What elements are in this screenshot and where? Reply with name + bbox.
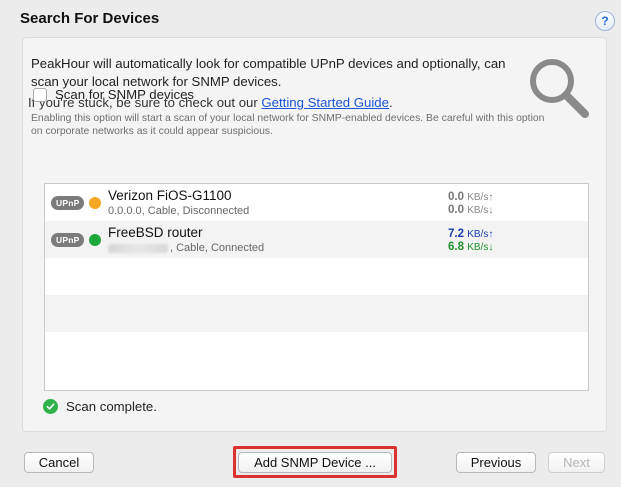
download-rate-value: 0.0 bbox=[448, 204, 464, 216]
checkmark-icon bbox=[43, 399, 58, 414]
status-dot-icon bbox=[89, 234, 101, 246]
help-button[interactable]: ? bbox=[595, 11, 615, 31]
getting-started-link[interactable]: Getting Started Guide bbox=[261, 95, 389, 110]
device-detail: , Cable, Connected bbox=[170, 242, 265, 254]
empty-row bbox=[45, 258, 588, 295]
download-rate-value: 6.8 bbox=[448, 241, 464, 253]
download-rate-unit: KB/s↓ bbox=[467, 242, 494, 253]
upnp-badge: UPnP bbox=[51, 196, 85, 210]
device-name: FreeBSD router bbox=[108, 225, 203, 240]
previous-button[interactable]: Previous bbox=[456, 452, 536, 473]
scan-status: Scan complete. bbox=[43, 399, 157, 414]
upload-rate-value: 7.2 bbox=[448, 228, 464, 240]
upnp-badge: UPnP bbox=[51, 233, 85, 247]
upload-rate: 0.0 KB/s↑ bbox=[448, 191, 493, 203]
upload-rate-unit: KB/s↑ bbox=[467, 229, 494, 240]
device-list[interactable]: UPnP Verizon FiOS-G1100 0.0.0.0, Cable, … bbox=[44, 183, 589, 391]
scan-status-text: Scan complete. bbox=[66, 399, 157, 414]
download-rate: 6.8 KB/s↓ bbox=[448, 241, 493, 253]
upload-rate: 7.2 KB/s↑ bbox=[448, 228, 493, 240]
window-title: Search For Devices bbox=[20, 10, 160, 27]
snmp-scan-note: Enabling this option will start a scan o… bbox=[31, 113, 545, 137]
empty-row bbox=[45, 332, 588, 369]
download-rate: 0.0 KB/s↓ bbox=[448, 204, 493, 216]
upload-rate-unit: KB/s↑ bbox=[467, 192, 494, 203]
cancel-button[interactable]: Cancel bbox=[24, 452, 94, 473]
device-detail-line: , Cable, Connected bbox=[108, 242, 264, 254]
stuck-suffix: . bbox=[388, 95, 393, 110]
upload-rate-value: 0.0 bbox=[448, 191, 464, 203]
device-row[interactable]: UPnP FreeBSD router , Cable, Connected 7… bbox=[45, 221, 588, 258]
snmp-scan-checkbox[interactable] bbox=[33, 87, 47, 102]
device-detail: 0.0.0.0, Cable, Disconnected bbox=[108, 205, 250, 217]
snmp-scan-row[interactable]: Scan for SNMP devices bbox=[33, 87, 194, 102]
empty-row bbox=[45, 295, 588, 332]
status-dot-icon bbox=[89, 197, 101, 209]
snmp-scan-label: Scan for SNMP devices bbox=[55, 87, 195, 102]
next-button: Next bbox=[548, 452, 605, 473]
download-rate-unit: KB/s↓ bbox=[467, 205, 494, 216]
intro-text: PeakHour will automatically look for com… bbox=[31, 56, 506, 89]
device-name: Verizon FiOS-G1100 bbox=[108, 188, 232, 203]
device-row[interactable]: UPnP Verizon FiOS-G1100 0.0.0.0, Cable, … bbox=[45, 184, 588, 221]
redacted-ip bbox=[108, 243, 168, 253]
highlight-box bbox=[233, 446, 397, 478]
